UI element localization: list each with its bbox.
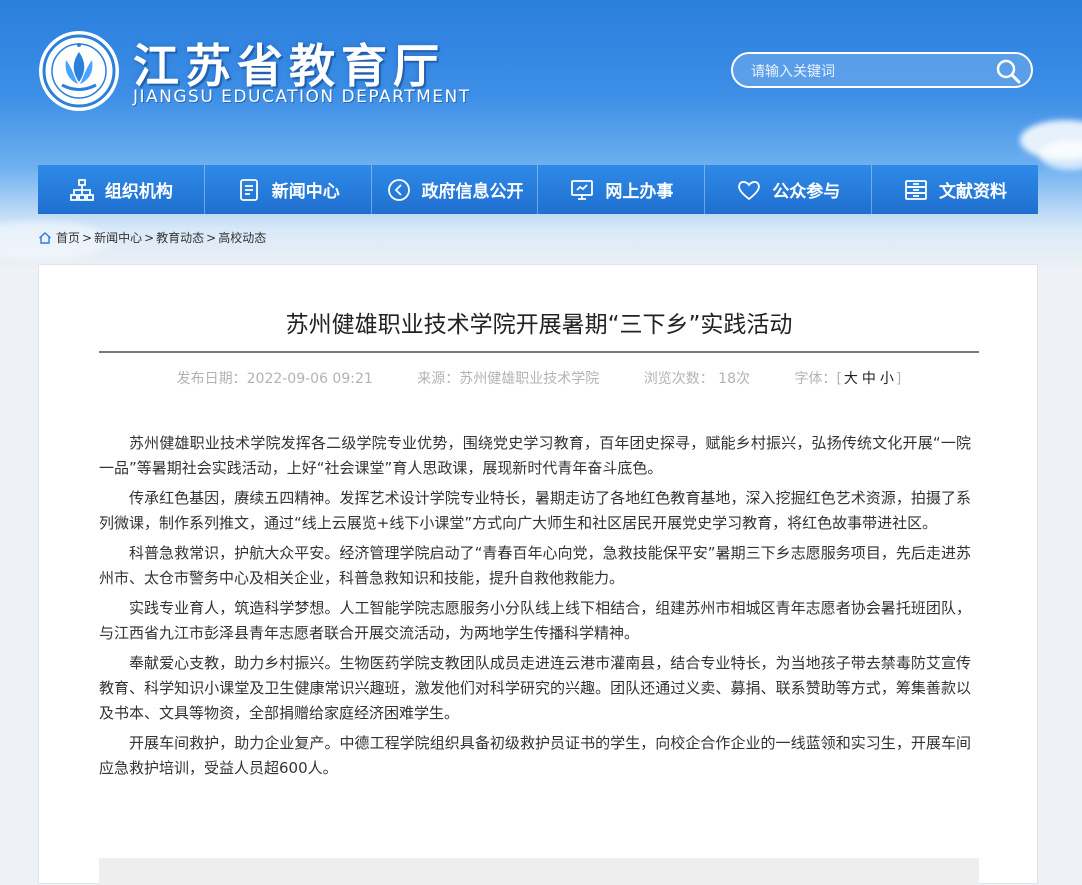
article-source: 来源：苏州健雄职业技术学院: [417, 371, 599, 387]
org-chart-icon: [69, 177, 95, 203]
views-value: 18次: [718, 371, 750, 387]
nav-item-gov-info[interactable]: 政府信息公开: [372, 165, 539, 214]
breadcrumb-home[interactable]: 首页: [56, 229, 80, 246]
views-label: 浏览次数：: [643, 371, 714, 387]
nav-item-public-participation[interactable]: 公众参与: [705, 165, 873, 214]
home-icon: [38, 231, 52, 245]
publish-date: 发布日期：2022-09-06 09:21: [177, 371, 373, 387]
font-size-control: 字体：[大中小]: [794, 371, 901, 387]
document-icon: [236, 177, 262, 203]
breadcrumb-separator: >: [82, 230, 93, 245]
source-value: 苏州健雄职业技术学院: [459, 371, 600, 387]
font-bracket-close: ]: [895, 371, 902, 387]
article-meta: 发布日期：2022-09-06 09:21 来源：苏州健雄职业技术学院 浏览次数…: [99, 368, 979, 388]
font-size-small-button[interactable]: 小: [880, 371, 894, 387]
breadcrumb-news-center[interactable]: 新闻中心: [94, 229, 142, 246]
nav-label: 组织机构: [104, 182, 173, 202]
article-paragraph: 苏州健雄职业技术学院发挥各二级学院专业优势，围绕党史学习教育，百年团史探寻，赋能…: [99, 434, 971, 477]
view-count: 浏览次数： 18次: [644, 371, 750, 387]
font-size-label: 字体：: [794, 371, 837, 387]
nav-label: 文献资料: [939, 182, 1008, 202]
breadcrumb-separator: >: [144, 230, 155, 245]
article-paragraph: 实践专业育人，筑造科学梦想。人工智能学院志愿服务小分队线上线下相结合，组建苏州市…: [99, 599, 971, 642]
font-size-large-button[interactable]: 大: [844, 371, 858, 387]
archive-icon: [903, 177, 929, 203]
search-icon[interactable]: [995, 58, 1021, 84]
nav-item-online-service[interactable]: 网上办事: [538, 165, 706, 214]
announce-icon: [386, 177, 412, 203]
search-input[interactable]: [749, 60, 983, 84]
source-label: 来源：: [417, 371, 460, 387]
heart-icon: [736, 177, 762, 203]
article-container: 苏州健雄职业技术学院开展暑期“三下乡”实践活动 发布日期：2022-09-06 …: [38, 264, 1038, 885]
breadcrumb-separator: >: [206, 230, 217, 245]
monitor-icon: [569, 177, 595, 203]
breadcrumb-education-news[interactable]: 教育动态: [156, 229, 204, 246]
education-seal-logo[interactable]: [38, 30, 120, 112]
title-divider: [99, 351, 979, 353]
article-paragraph: 传承红色基因，赓续五四精神。发挥艺术设计学院专业特长，暑期走访了各地红色教育基地…: [99, 489, 971, 532]
cloud-decoration: [1040, 140, 1082, 170]
nav-label: 政府信息公开: [421, 182, 524, 202]
publish-date-label: 发布日期：: [176, 371, 247, 387]
search-box: [731, 52, 1033, 88]
article-paragraph: 开展车间救护，助力企业复产。中德工程学院组织具备初级救护员证书的学生，向校企合作…: [99, 734, 971, 777]
site-subtitle: JIANGSU EDUCATION DEPARTMENT: [133, 87, 471, 107]
article-paragraph: 奉献爱心支教，助力乡村振兴。生物医药学院支教团队成员走进连云港市灌南县，结合专业…: [99, 654, 971, 722]
nav-item-organization[interactable]: 组织机构: [38, 165, 205, 214]
nav-item-literature[interactable]: 文献资料: [872, 165, 1038, 214]
font-size-medium-button[interactable]: 中: [862, 371, 876, 387]
nav-item-news[interactable]: 新闻中心: [205, 165, 372, 214]
article-footer-bar: [99, 858, 979, 885]
nav-label: 网上办事: [605, 182, 674, 202]
breadcrumb-university-news[interactable]: 高校动态: [218, 229, 266, 246]
article-paragraph: 科普急救常识，护航大众平安。经济管理学院启动了“青春百年心向党，急救技能保平安”…: [99, 544, 971, 587]
nav-label: 公众参与: [772, 182, 841, 202]
article-title: 苏州健雄职业技术学院开展暑期“三下乡”实践活动: [285, 312, 793, 338]
nav-label: 新闻中心: [271, 182, 340, 202]
article-body: 苏州健雄职业技术学院发挥各二级学院专业优势，围绕党史学习教育，百年团史探寻，赋能…: [99, 431, 971, 786]
main-nav: 组织机构 新闻中心 政府信息公开 网上办事 公众参与 文献资料: [38, 165, 1038, 214]
breadcrumb: 首页 > 新闻中心 > 教育动态 > 高校动态: [38, 229, 266, 246]
font-bracket-open: [: [836, 371, 842, 387]
publish-date-value: 2022-09-06 09:21: [246, 371, 373, 387]
